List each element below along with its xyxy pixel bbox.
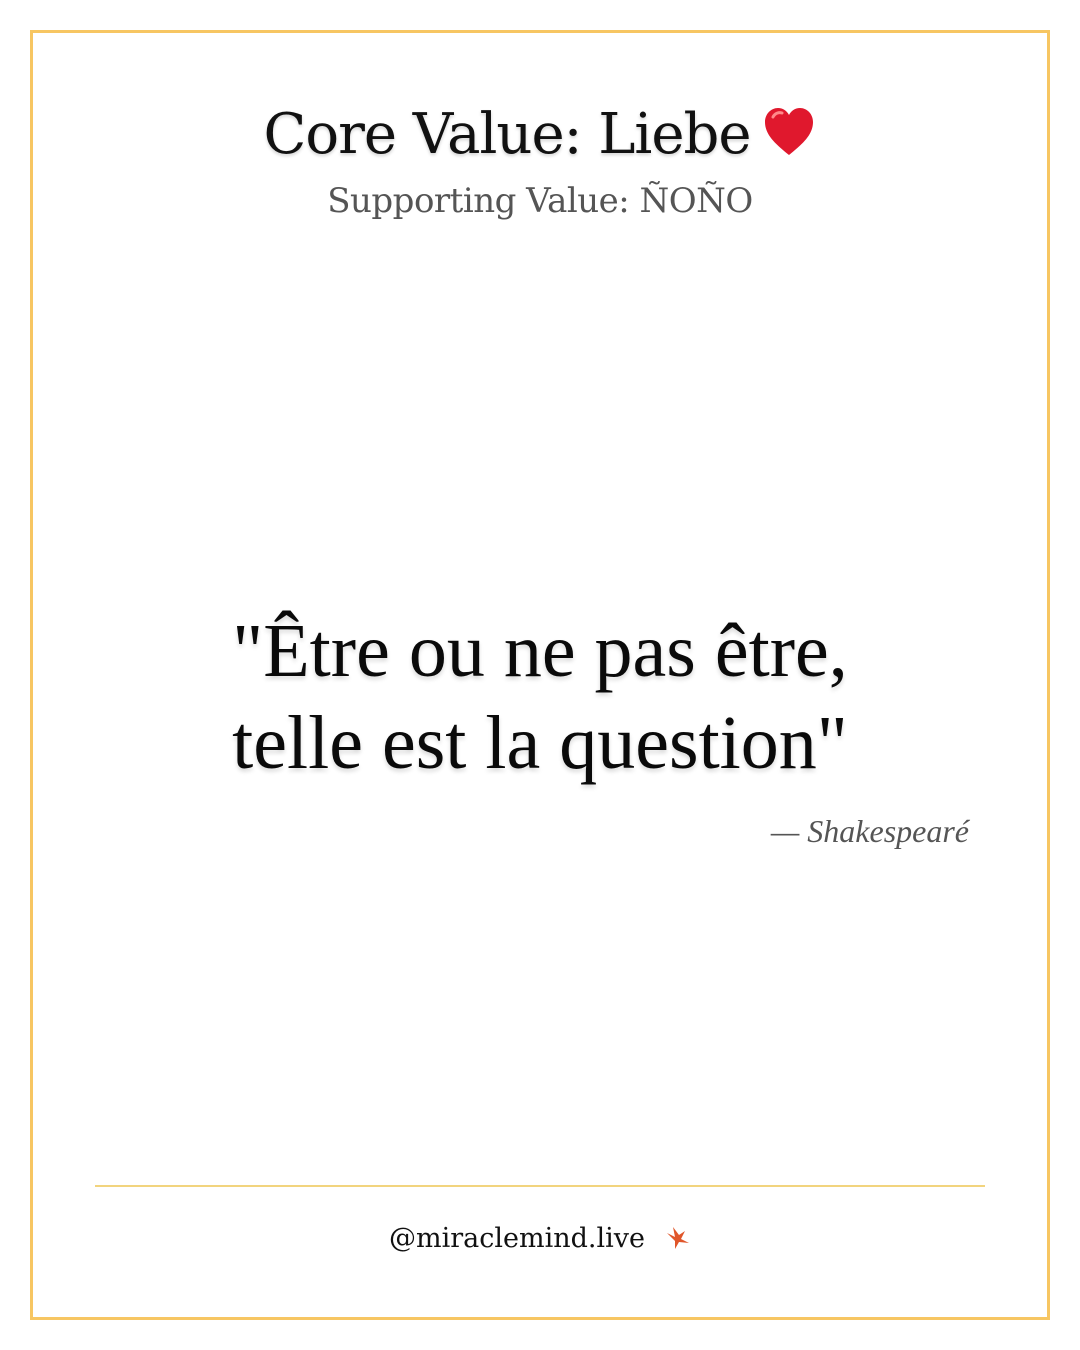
quote-line-2: telle est la question" bbox=[232, 701, 848, 785]
quote-card: Core Value: Liebe Supporting Value: ÑOÑO… bbox=[30, 30, 1050, 1320]
quote-line-1: "Être ou ne pas être, bbox=[232, 609, 848, 693]
footer-handle: @miraclemind.live bbox=[389, 1223, 645, 1254]
footer-divider bbox=[95, 1185, 985, 1187]
quote-text: "Être ou ne pas être, telle est la quest… bbox=[33, 605, 1047, 789]
heart-icon bbox=[762, 105, 816, 159]
quote-author: — Shakespearé bbox=[770, 813, 969, 849]
page-title: Core Value: Liebe bbox=[33, 103, 1047, 167]
footer: @miraclemind.live bbox=[33, 1219, 1047, 1259]
bird-icon bbox=[663, 1223, 691, 1251]
subtitle: Supporting Value: ÑOÑO bbox=[327, 181, 753, 221]
title-text: Core Value: Liebe bbox=[263, 102, 752, 167]
